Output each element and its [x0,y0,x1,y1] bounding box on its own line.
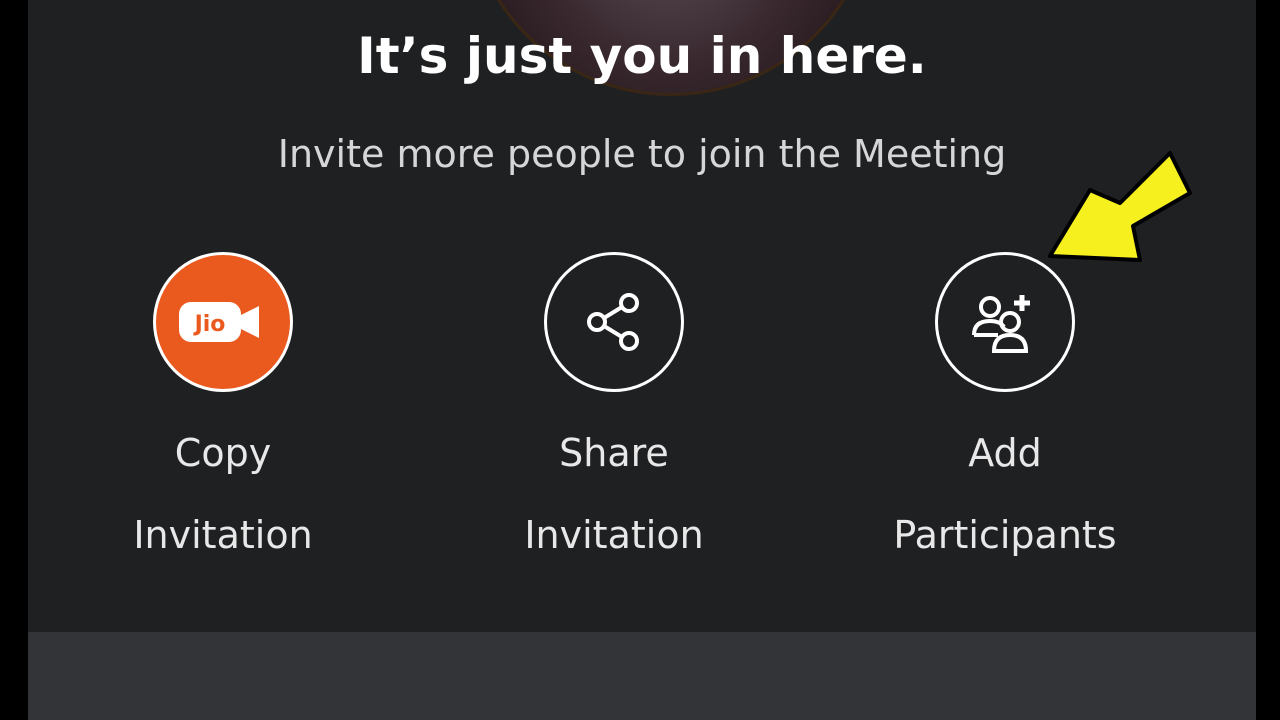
svg-text:Jio: Jio [193,312,226,337]
add-participants-label: Add Participants [893,431,1117,557]
copy-invitation-button[interactable]: Jio Copy Invitation [73,252,373,576]
share-icon [544,252,684,392]
highlight-arrow-icon [1048,151,1192,262]
add-participants-button[interactable]: Add Participants [855,252,1155,576]
bottom-bar [28,632,1256,720]
meeting-panel: It’s just you in here. Invite more peopl… [28,0,1256,720]
jio-meet-logo-icon: Jio [153,252,293,392]
share-invitation-label: Share Invitation [524,431,704,557]
empty-meeting-title: It’s just you in here. [357,27,927,85]
add-participants-icon [935,252,1075,392]
share-invitation-button[interactable]: Share Invitation [464,252,764,576]
copy-invitation-label: Copy Invitation [133,431,313,557]
